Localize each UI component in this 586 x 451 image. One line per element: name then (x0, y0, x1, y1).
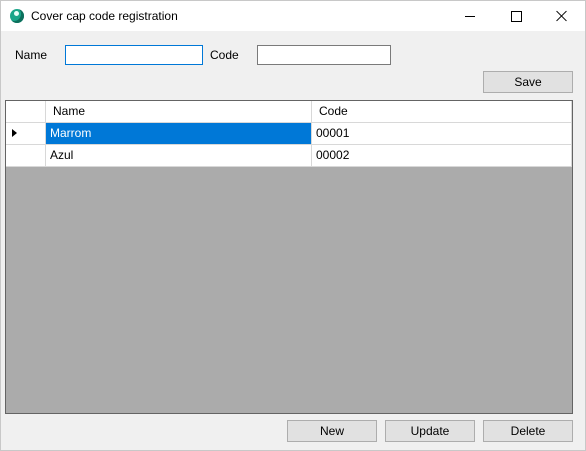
header-corner-cell[interactable] (6, 101, 46, 123)
cell-name[interactable]: Marrom (46, 123, 312, 145)
code-input[interactable] (257, 45, 391, 65)
maximize-icon (510, 10, 522, 22)
name-input[interactable] (65, 45, 203, 65)
row-indicator-icon (12, 129, 17, 137)
grid-header: Name Code (6, 101, 572, 123)
data-grid[interactable]: Name Code Marrom 00001 Azul 00002 (5, 100, 573, 414)
delete-button[interactable]: Delete (483, 420, 573, 442)
row-header-cell[interactable] (6, 145, 46, 167)
column-header-code[interactable]: Code (312, 101, 572, 123)
maximize-button[interactable] (493, 1, 539, 31)
column-header-name[interactable]: Name (46, 101, 312, 123)
row-header-cell[interactable] (6, 123, 46, 145)
table-row[interactable]: Marrom 00001 (6, 123, 572, 145)
close-icon (556, 10, 568, 22)
update-button[interactable]: Update (385, 420, 475, 442)
cell-name[interactable]: Azul (46, 145, 312, 167)
save-button[interactable]: Save (483, 71, 573, 93)
window-title: Cover cap code registration (31, 9, 178, 23)
name-label: Name (15, 48, 48, 62)
title-bar[interactable]: Cover cap code registration (1, 1, 585, 31)
close-button[interactable] (539, 1, 585, 31)
app-icon (10, 9, 24, 23)
cell-code[interactable]: 00002 (312, 145, 572, 167)
table-row[interactable]: Azul 00002 (6, 145, 572, 167)
cell-code[interactable]: 00001 (312, 123, 572, 145)
minimize-button[interactable] (447, 1, 493, 31)
app-window: Cover cap code registration Name Code Sa… (0, 0, 586, 451)
code-label: Code (210, 48, 239, 62)
minimize-icon (465, 15, 475, 17)
new-button[interactable]: New (287, 420, 377, 442)
